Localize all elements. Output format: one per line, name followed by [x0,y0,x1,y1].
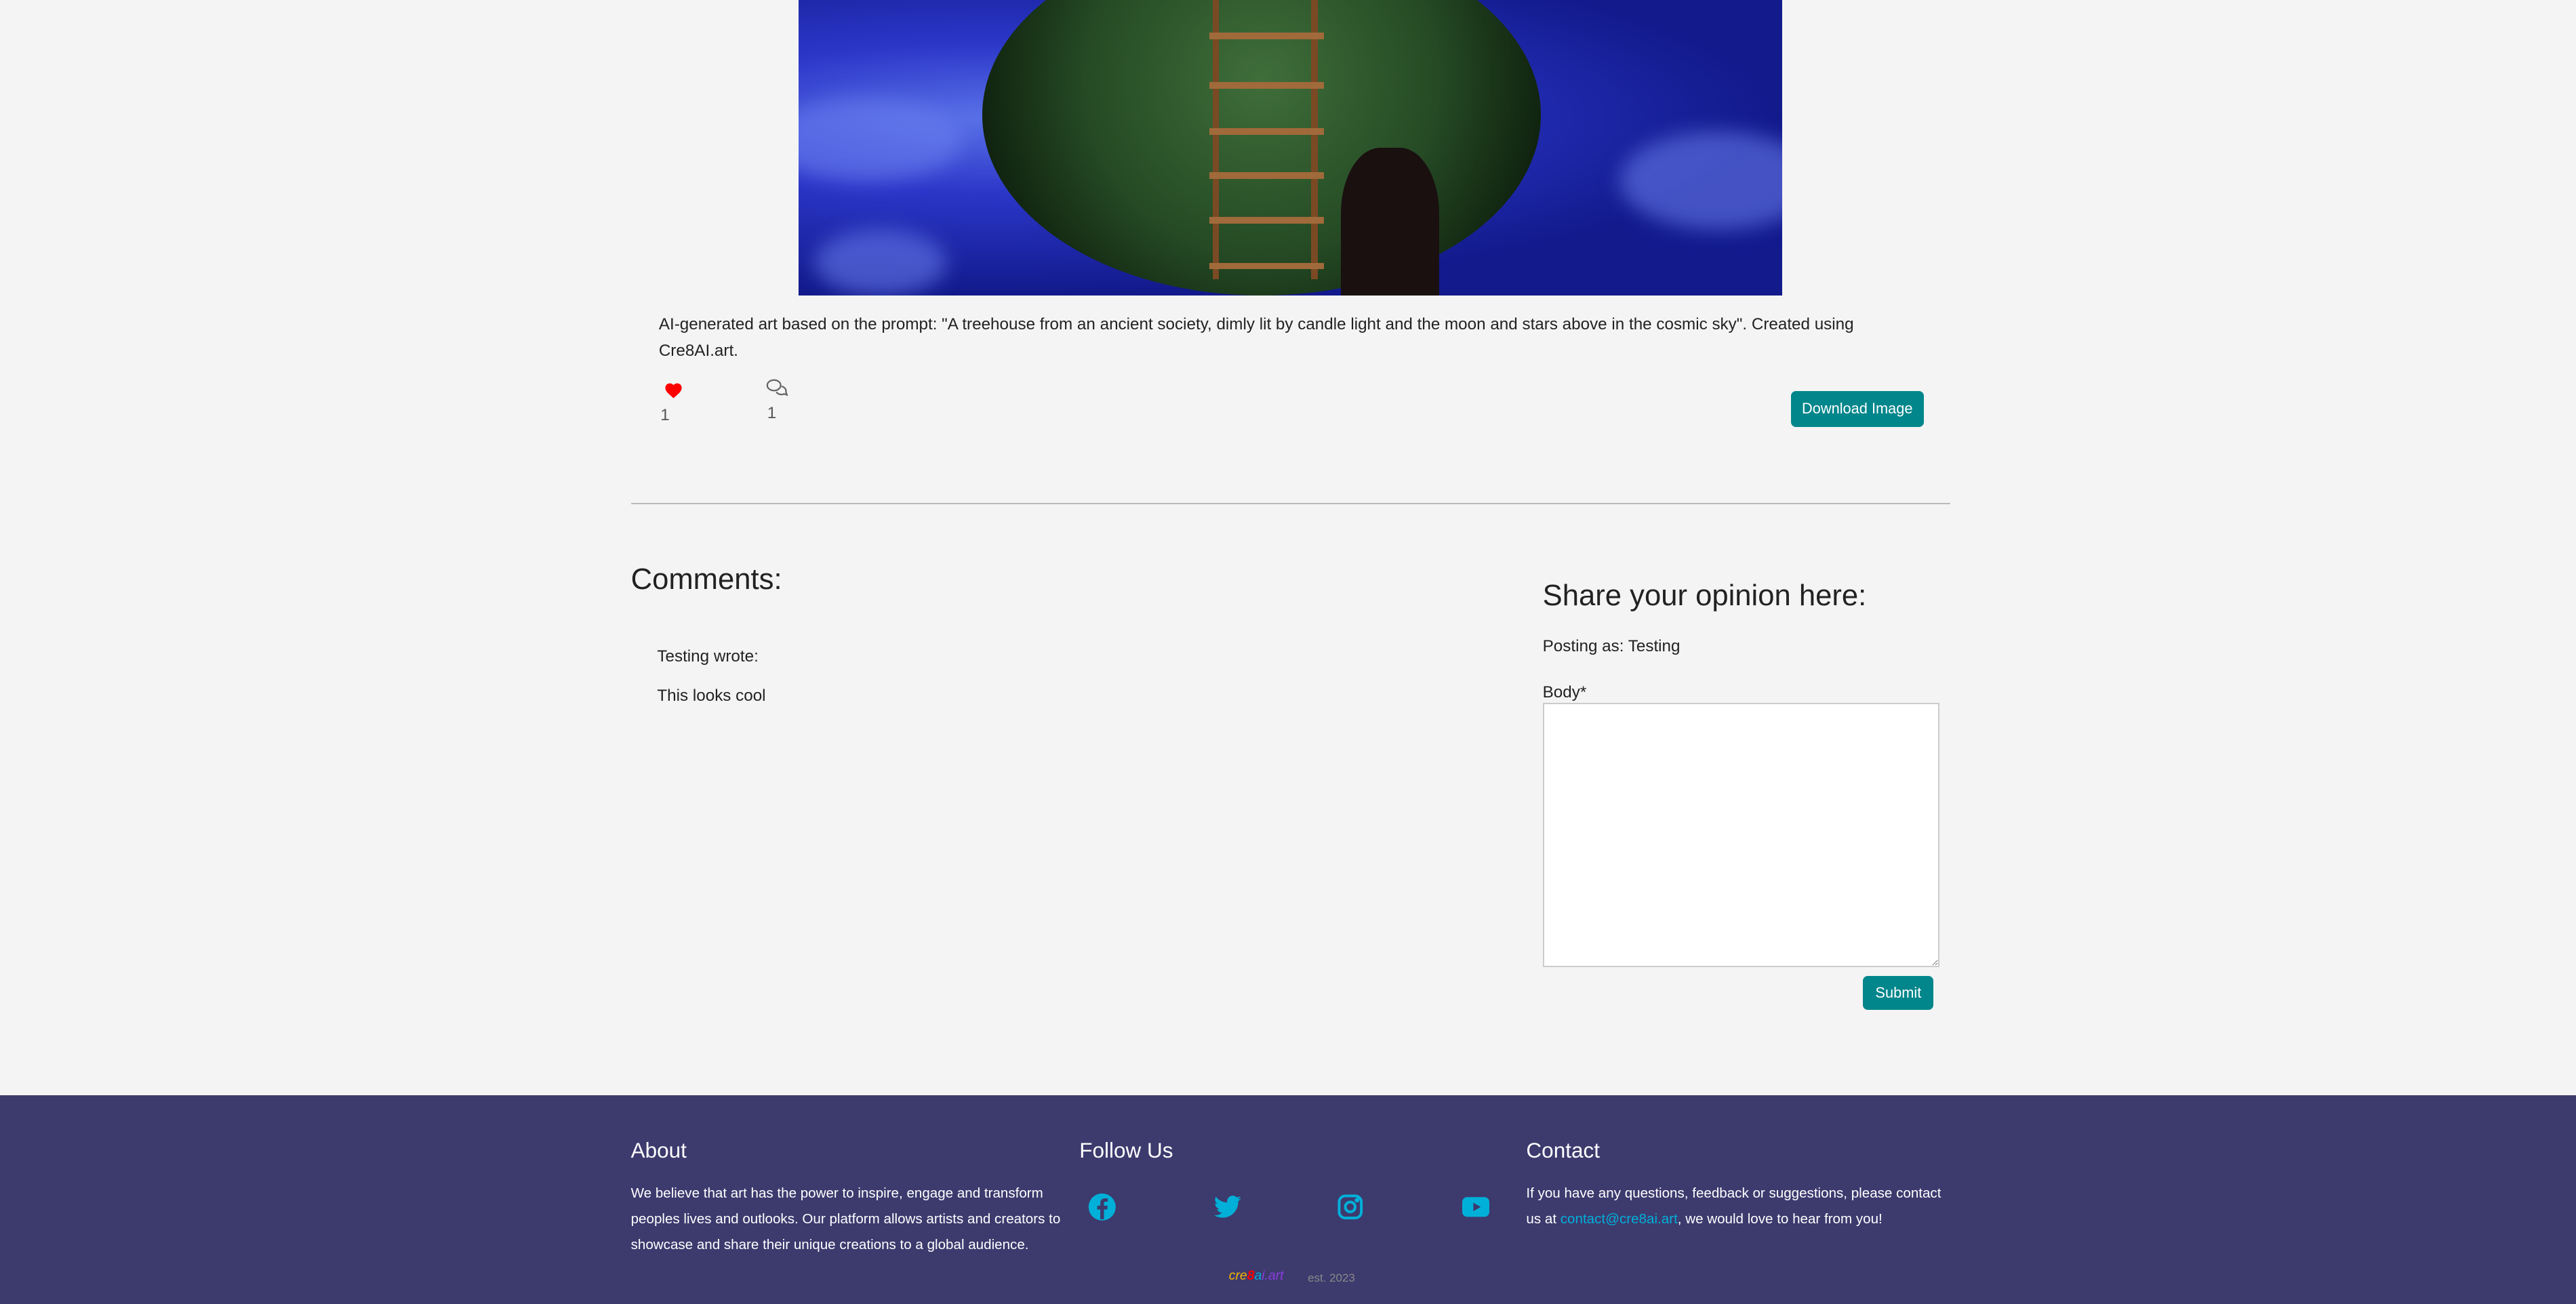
twitter-icon[interactable] [1213,1192,1243,1222]
contact-email-link[interactable]: contact@cre8ai.art [1561,1211,1678,1227]
comment-author: Testing wrote: [657,647,759,666]
contact-title: Contact [1526,1138,1600,1163]
comment-count: 1 [767,404,777,423]
comment-body-input[interactable] [1542,703,1940,967]
footer: About We believe that art has the power … [0,1095,2576,1304]
follow-title: Follow Us [1079,1138,1173,1163]
download-image-button[interactable]: Download Image [1790,390,1924,428]
image-caption: AI-generated art based on the prompt: "A… [658,315,1854,361]
posting-as: Posting as: Testing [1542,637,1681,656]
comment-body: This looks cool [657,687,766,706]
submit-button[interactable]: Submit [1863,975,1934,1011]
contact-text: If you have any questions, feedback or s… [1526,1185,1941,1227]
youtube-icon[interactable] [1460,1192,1491,1222]
about-text: We believe that art has the power to ins… [630,1185,1061,1252]
about-title: About [630,1138,687,1163]
chat-icon [767,380,788,396]
comments-button[interactable] [765,376,788,406]
heart-icon [665,383,682,399]
divider [630,502,1950,504]
like-count: 1 [660,405,670,424]
comments-title: Comments: [630,563,782,596]
instagram-icon[interactable] [1335,1192,1365,1222]
body-label: Body* [1542,683,1587,702]
facebook-icon[interactable] [1087,1192,1117,1222]
footer-logo[interactable]: cre8ai.art [1229,1268,1284,1284]
artwork-image [798,0,1783,296]
form-title: Share your opinion here: [1542,579,1867,613]
established-year: est. 2023 [1308,1271,1355,1284]
like-button[interactable] [664,378,683,407]
